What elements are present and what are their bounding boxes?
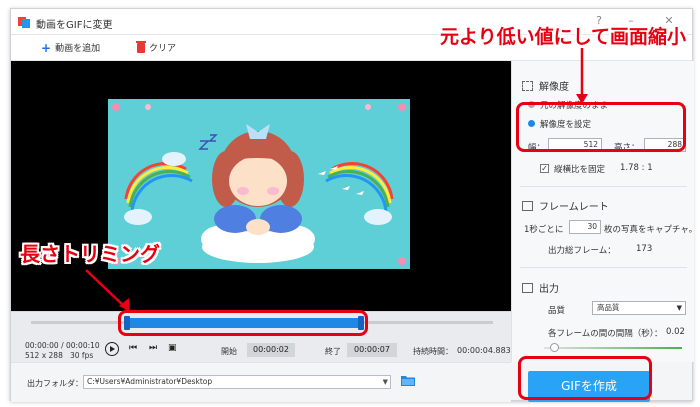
interval-slider-handle[interactable] (550, 343, 559, 352)
divider (520, 267, 687, 268)
duration-value: 00:00:04.883 (457, 346, 511, 355)
image-icon (522, 282, 533, 293)
play-button[interactable] (105, 342, 119, 356)
ratio-value: 1.78 : 1 (620, 163, 653, 173)
resolution-annotation: 元より低い値にして画面縮小 (440, 26, 687, 48)
per-second-prefix: 1秒ごとに (524, 225, 564, 235)
duration-label: 持続時間： (413, 347, 453, 356)
divider (520, 186, 687, 187)
clear-label: クリア (149, 44, 177, 54)
resolution-section-title: 解像度 (522, 78, 569, 93)
video-resolution: 512 x 288 (25, 351, 63, 360)
app-logo-icon (18, 17, 30, 28)
quality-select[interactable]: 高品質 ▼ (592, 301, 686, 315)
next-frame-icon[interactable]: ⏭ (149, 343, 157, 353)
interval-value: 0.02 (666, 327, 685, 337)
total-frames-value: 173 (636, 244, 653, 254)
window-title: 動画をGIFに変更 (36, 20, 113, 31)
resize-icon (522, 80, 533, 91)
resolution-highlight (516, 102, 686, 152)
keep-ratio-label: 縦横比を固定 (554, 165, 606, 175)
end-time-field[interactable]: 00:00:07 (347, 343, 397, 357)
trim-highlight (118, 310, 368, 336)
add-video-label: 動画を追加 (55, 44, 101, 54)
quality-value: 高品質 (597, 303, 620, 312)
film-icon (522, 200, 533, 211)
trash-icon (136, 40, 146, 53)
per-second-suffix: 枚の写真をキャプチャ。 (604, 225, 698, 235)
quality-label: 品質 (548, 306, 566, 316)
start-label: 開始 (221, 347, 237, 356)
chevron-down-icon: ▼ (382, 378, 388, 386)
output-path-select[interactable]: C:¥Users¥Administrator¥Desktop ▼ (83, 375, 391, 389)
total-time: 00:00:10 (65, 341, 100, 350)
keep-ratio-checkbox[interactable]: ✓ (540, 164, 549, 173)
folder-icon[interactable] (401, 375, 415, 386)
plus-icon: + (41, 40, 52, 55)
video-fps: 30 fps (70, 351, 94, 360)
capture-rate-input[interactable]: 30 (569, 220, 601, 234)
clear-button[interactable]: クリア (136, 40, 177, 54)
chevron-down-icon: ▼ (676, 304, 682, 312)
current-time: 00:00:00 (25, 341, 59, 350)
previous-frame-icon[interactable]: ⏮ (129, 343, 137, 353)
add-video-button[interactable]: + 動画を追加 (41, 40, 101, 55)
interval-slider-track[interactable] (544, 347, 682, 349)
create-button-highlight (518, 356, 652, 400)
output-bar: 出力フォルダ： C:¥Users¥Administrator¥Desktop ▼ (11, 362, 511, 402)
output-path-value: C:¥Users¥Administrator¥Desktop (87, 377, 213, 386)
trim-annotation: 長さトリミング (20, 242, 160, 266)
output-section-title: 出力 (522, 280, 559, 295)
end-label: 終了 (325, 347, 341, 356)
video-preview (11, 61, 511, 311)
total-frames-label: 出力総フレーム： (548, 246, 616, 256)
app-window: 動画をGIFに変更 ? – ✕ + 動画を追加 クリア 00:00:00 / 0… (10, 8, 697, 402)
start-time-field[interactable]: 00:00:02 (247, 343, 295, 357)
snapshot-icon[interactable]: ▣ (168, 343, 177, 353)
output-folder-label: 出力フォルダ： (27, 379, 83, 388)
media-info: 00:00:00 / 00:00:10 512 x 288 30 fps (25, 341, 100, 360)
framerate-section-title: フレームレート (522, 198, 609, 213)
interval-label: 各フレームの間の間隔（秒）： (548, 329, 663, 339)
